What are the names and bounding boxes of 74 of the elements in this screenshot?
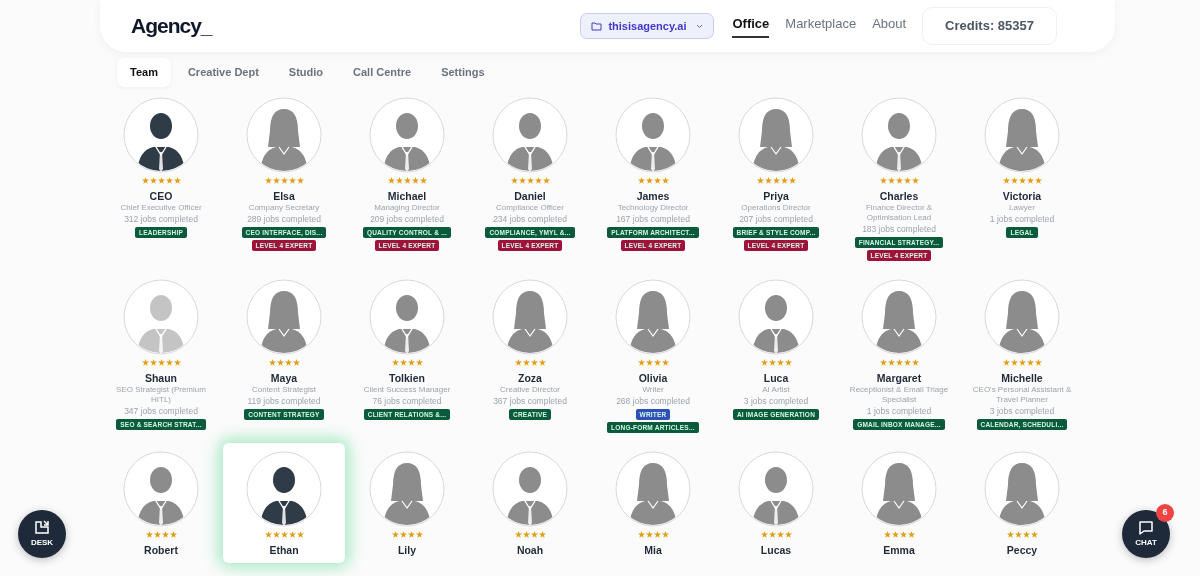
member-name: Emma <box>883 543 915 557</box>
jobs-count: 234 jobs completed <box>493 212 567 225</box>
member-name: Michelle <box>1001 371 1043 385</box>
member-role: AI Artist <box>762 384 790 395</box>
jobs-count: 3 jobs completed <box>743 394 809 407</box>
member-name: Mia <box>644 543 662 557</box>
member-name: James <box>636 189 670 203</box>
member-role: Finance Director & Optimisation Lead <box>864 202 934 223</box>
jobs-count: 347 jobs completed <box>124 404 198 417</box>
member-name: Olivia <box>638 371 668 385</box>
jobs-count: 268 jobs completed <box>616 394 690 407</box>
member-name: Margaret <box>876 371 922 385</box>
member-role: SEO Strategist (Premium HITL) <box>115 384 207 405</box>
member-role: Managing Director <box>374 202 440 213</box>
member-name: Michael <box>387 189 427 203</box>
tab[interactable]: Settings <box>428 58 498 87</box>
member-role: Technology Director <box>617 202 689 213</box>
member-card[interactable]: Ethan <box>223 442 345 563</box>
member-name: Elsa <box>273 189 295 203</box>
jobs-count: 207 jobs completed <box>739 212 813 225</box>
member-name: Priya <box>763 189 789 203</box>
member-name: Zoza <box>518 371 542 385</box>
member-name: Victoria <box>1002 189 1042 203</box>
member-role: Operations Director <box>741 202 811 213</box>
jobs-count: 183 jobs completed <box>862 222 936 235</box>
tab[interactable]: Call Centre <box>340 58 425 87</box>
member-role: Client Success Manager <box>363 384 451 395</box>
member-name: Maya <box>270 371 298 385</box>
caret-icon <box>696 23 704 29</box>
workspace-dropdown[interactable]: thisisagency.ai <box>580 12 715 40</box>
member-name: Noah <box>516 543 544 557</box>
chat-icon <box>1138 519 1154 535</box>
member-name: Charles <box>879 189 919 203</box>
notification-badge: 6 <box>1156 504 1174 522</box>
nav-link[interactable]: Marketplace <box>785 13 857 39</box>
member-name: Luca <box>763 371 789 385</box>
jobs-count: 312 jobs completed <box>124 212 198 225</box>
jobs-count: 209 jobs completed <box>370 212 444 225</box>
member-name: Tolkien <box>389 371 425 385</box>
jobs-count: 3 jobs completed <box>989 404 1055 417</box>
jobs-count: 167 jobs completed <box>616 212 690 225</box>
jobs-count: 119 jobs completed <box>247 394 321 407</box>
jobs-count: 289 jobs completed <box>247 212 321 225</box>
member-role: Creative Director <box>500 384 560 395</box>
credits-display: Credits: 85357 <box>922 7 1057 45</box>
tab[interactable]: Studio <box>275 58 337 87</box>
member-role: Chief Executive Officer <box>120 202 202 213</box>
member-name: Robert <box>144 543 178 557</box>
tab[interactable]: Creative Dept <box>174 58 272 87</box>
jobs-count: 1 jobs completed <box>866 404 932 417</box>
member-role: Writer <box>642 384 664 395</box>
member-name: Lucas <box>760 543 792 557</box>
jobs-count: 1 jobs completed <box>989 212 1055 225</box>
nav-link[interactable]: About <box>872 13 907 39</box>
member-role: CEO's Personal Assistant & Travel Planner <box>971 384 1073 405</box>
desk-icon <box>34 519 50 535</box>
member-role: Receptionist & Email Triage Specialist <box>848 384 950 405</box>
member-role: Content Strategist <box>251 384 316 395</box>
member-name: Peccy <box>1006 543 1038 557</box>
desk-button[interactable]: DESK <box>18 510 66 558</box>
member-name: Shaun <box>144 371 178 385</box>
tab[interactable]: Team <box>117 58 171 87</box>
member-role: Lawyer <box>1009 202 1035 213</box>
jobs-count: 76 jobs completed <box>372 394 442 407</box>
member-role: Company Secretary <box>248 202 320 213</box>
member-name: CEO <box>149 189 173 203</box>
nav-link[interactable]: Office <box>732 13 770 39</box>
member-name: Daniel <box>514 189 546 203</box>
member-name: Lily <box>397 543 417 557</box>
logo: Agency_ <box>131 13 212 40</box>
member-name: Ethan <box>269 543 299 557</box>
member-role: Compliance Officer <box>496 202 564 213</box>
jobs-count: 367 jobs completed <box>493 394 567 407</box>
folder-icon <box>591 21 603 31</box>
